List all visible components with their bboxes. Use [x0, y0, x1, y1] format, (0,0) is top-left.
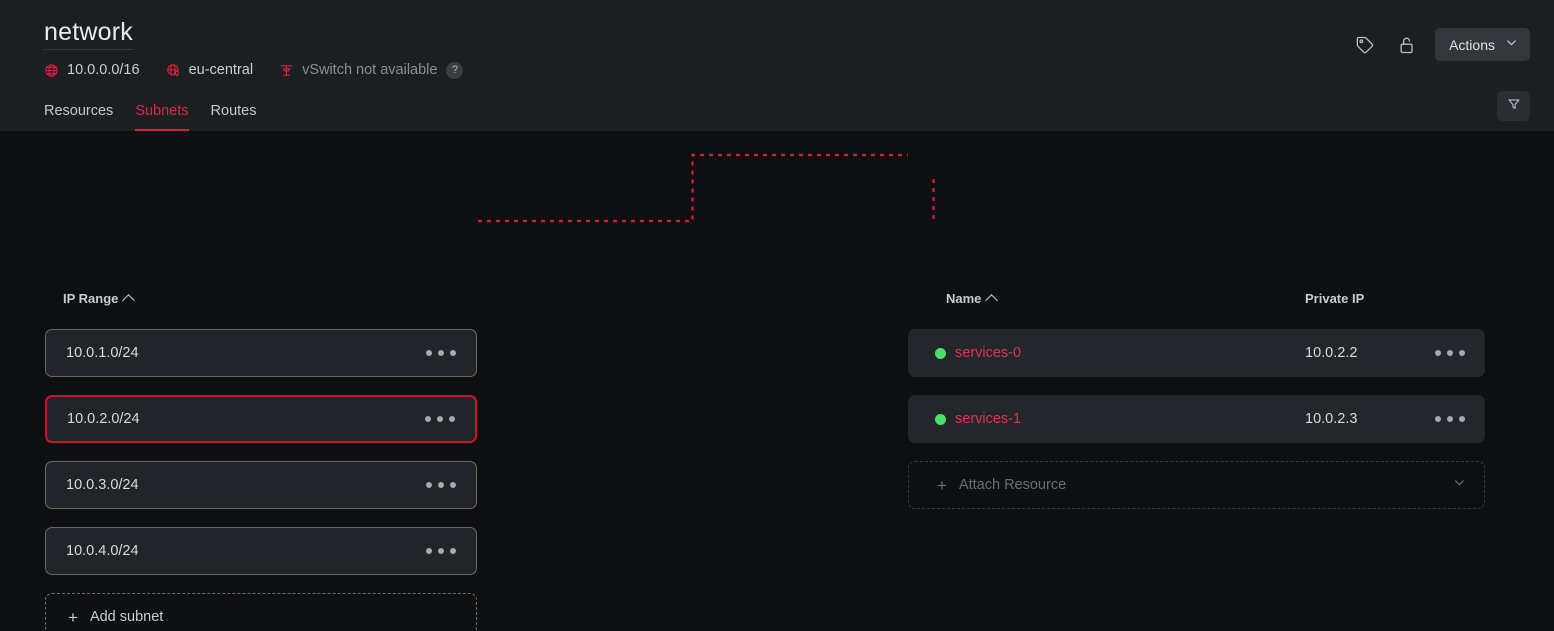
globe-icon — [44, 63, 59, 78]
plus-icon: + — [937, 475, 947, 495]
resource-ip-column-header-label: Private IP — [1305, 291, 1365, 306]
overflow-menu-icon[interactable] — [424, 476, 458, 494]
meta-ip-range-label: 10.0.0.0/16 — [67, 62, 140, 78]
add-subnet-button[interactable]: + Add subnet — [45, 593, 477, 631]
subnet-column-header[interactable]: IP Range — [63, 291, 136, 307]
title-row: network — [44, 0, 1530, 50]
tab-bar: Resources Subnets Routes — [44, 102, 256, 131]
filter-button[interactable] — [1497, 91, 1530, 121]
page-title[interactable]: network — [44, 16, 133, 50]
overflow-menu-icon[interactable] — [424, 344, 458, 362]
overflow-menu-icon[interactable] — [1433, 410, 1467, 428]
resource-ip-column-header: Private IP — [1305, 291, 1364, 306]
subnet-card[interactable]: 10.0.3.0/24 — [45, 461, 477, 509]
lock-button[interactable] — [1393, 31, 1421, 59]
status-indicator-dot — [935, 413, 946, 425]
region-globe-pin-icon — [166, 63, 181, 78]
meta-item-vswitch: vSwitch not available ? — [279, 61, 464, 79]
filter-funnel-icon — [1507, 97, 1521, 116]
content-area: IP Range Name Private IP 10.0.1.0/24 10.… — [0, 131, 1554, 631]
tag-icon — [1355, 35, 1375, 55]
overflow-menu-icon[interactable] — [424, 542, 458, 560]
resource-list: services-0 10.0.2.2 services-1 10.0.2.3 … — [908, 329, 1485, 509]
chevron-down-icon[interactable] — [1453, 476, 1466, 494]
vswitch-icon — [279, 63, 294, 78]
overflow-menu-icon[interactable] — [1433, 344, 1467, 362]
resource-name-link[interactable]: services-1 — [955, 411, 1021, 427]
actions-button-label: Actions — [1449, 36, 1495, 53]
network-meta-row: 10.0.0.0/16 eu-central vSwitch not avail… — [44, 60, 1530, 80]
plus-icon: + — [68, 607, 78, 627]
subnet-list: 10.0.1.0/24 10.0.2.0/24 10.0.3.0/24 10.0… — [45, 329, 477, 631]
meta-item-ip-range: 10.0.0.0/16 — [44, 62, 140, 78]
chevron-down-icon — [1505, 36, 1518, 54]
subnet-ip-range: 10.0.1.0/24 — [66, 345, 139, 361]
subnet-column-header-label: IP Range — [63, 291, 119, 306]
subnet-card[interactable]: 10.0.1.0/24 — [45, 329, 477, 377]
subnet-card[interactable]: 10.0.4.0/24 — [45, 527, 477, 575]
meta-vswitch-label: vSwitch not available — [302, 62, 438, 78]
header-action-group: Actions — [1351, 28, 1530, 61]
subnet-card[interactable]: 10.0.2.0/24 — [45, 395, 477, 443]
resource-row[interactable]: services-1 10.0.2.3 — [908, 395, 1485, 443]
status-indicator-dot — [935, 347, 946, 359]
resource-private-ip: 10.0.2.3 — [1305, 411, 1358, 427]
meta-region-label: eu-central — [188, 62, 254, 78]
resource-name-column-header[interactable]: Name — [946, 291, 999, 307]
overflow-menu-icon[interactable] — [423, 410, 457, 428]
attach-resource-label: Attach Resource — [958, 477, 1067, 493]
resource-name-column-header-label: Name — [946, 291, 982, 306]
unlocked-padlock-icon — [1397, 35, 1417, 55]
caret-up-icon — [985, 294, 999, 307]
caret-up-icon — [122, 294, 136, 307]
page-header: network Actions 10.0.0.0/16 eu-central v… — [0, 0, 1554, 131]
help-badge[interactable]: ? — [446, 61, 464, 79]
resource-private-ip: 10.0.2.2 — [1305, 345, 1358, 361]
subnet-ip-range: 10.0.4.0/24 — [66, 543, 139, 559]
tab-subnets[interactable]: Subnets — [135, 102, 189, 131]
attach-resource-button[interactable]: + Attach Resource — [908, 461, 1485, 509]
tab-routes[interactable]: Routes — [211, 102, 257, 131]
meta-item-region: eu-central — [166, 62, 253, 78]
tab-resources[interactable]: Resources — [44, 102, 113, 131]
resource-name-link[interactable]: services-0 — [955, 345, 1021, 361]
subnet-ip-range: 10.0.2.0/24 — [67, 411, 140, 427]
tag-button[interactable] — [1351, 31, 1379, 59]
subnet-ip-range: 10.0.3.0/24 — [66, 477, 139, 493]
resource-row[interactable]: services-0 10.0.2.2 — [908, 329, 1485, 377]
actions-button[interactable]: Actions — [1435, 28, 1530, 61]
add-subnet-label: Add subnet — [89, 609, 164, 625]
